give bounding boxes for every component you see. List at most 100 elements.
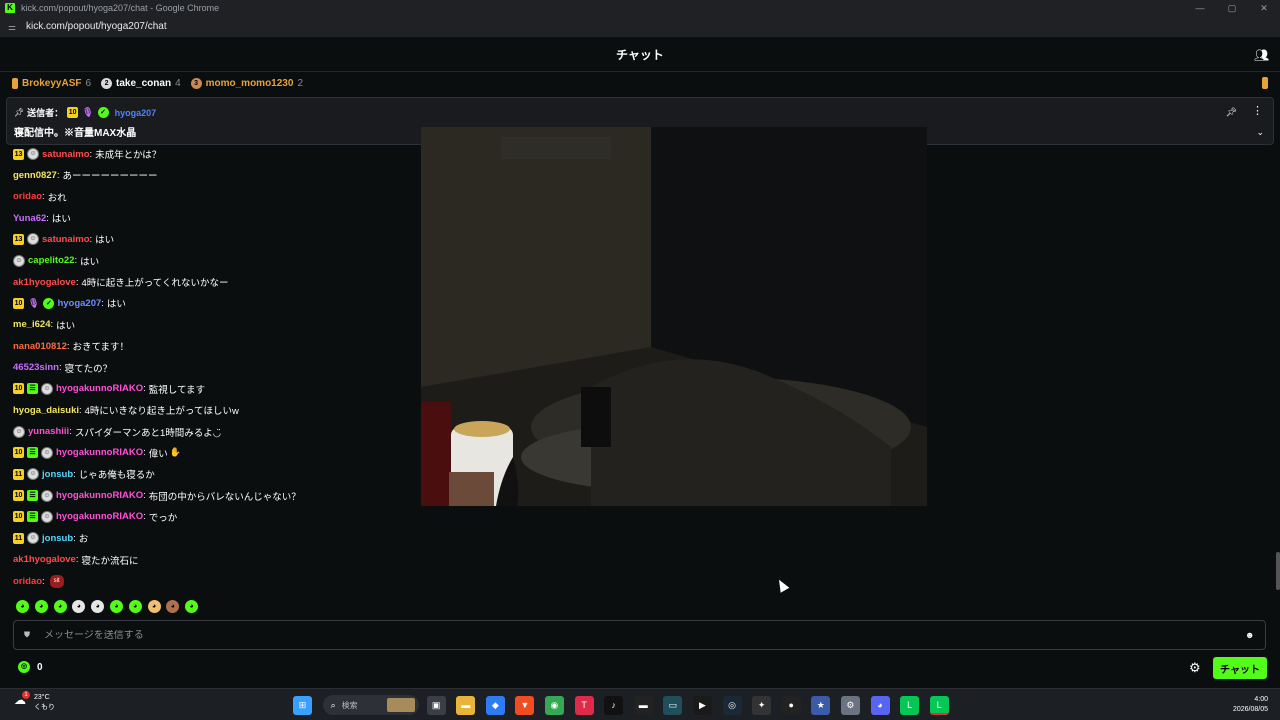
message-separator: : xyxy=(73,532,76,544)
emote-icon[interactable]: ◕ xyxy=(34,600,48,613)
chat-message-text: でっか xyxy=(148,512,178,524)
chat-username[interactable]: Yuna62 xyxy=(13,213,46,224)
gift-badge-icon: ☰ xyxy=(27,383,38,395)
user-list-icon[interactable]: 👥︎ xyxy=(1254,48,1269,62)
app-red-icon[interactable]: T xyxy=(574,695,594,715)
chat-username[interactable]: yunashiii xyxy=(28,426,69,437)
leaderboard-item[interactable]: BrokeyyASF 6 xyxy=(12,77,91,89)
chat-username[interactable]: 46523sinn xyxy=(13,362,59,373)
app-teal-icon[interactable]: ▭ xyxy=(663,695,683,715)
message-separator: : xyxy=(101,297,104,309)
chat-username[interactable]: hyogakunnoRIAKO xyxy=(56,383,143,394)
chat-username[interactable]: me_i624 xyxy=(13,319,51,330)
emote-icon[interactable]: ◕ xyxy=(185,600,199,613)
address-bar[interactable]: ⚌ kick.com/popout/hyoga207/chat xyxy=(0,16,1280,38)
browser-titlebar: K kick.com/popout/hyoga207/chat - Google… xyxy=(0,0,1280,16)
leaderboard-username[interactable]: take_conan xyxy=(116,78,171,89)
chat-username[interactable]: hyoga_daisuki xyxy=(13,405,79,416)
leaderboard-username[interactable]: momo_momo1230 xyxy=(206,78,294,89)
subscriber-badge: 10 xyxy=(13,383,24,395)
cloud-icon: ☁ 1 xyxy=(14,691,30,709)
line-icon[interactable]: L xyxy=(900,695,920,715)
chat-message: ak1hyogalove:4時に起き上がってくれないかなー xyxy=(13,273,229,291)
emote-icon[interactable]: ◕ xyxy=(91,600,105,613)
close-button[interactable]: ✕ xyxy=(1248,0,1280,16)
subscriber-badge: 10 xyxy=(67,107,79,118)
user-avatar-icon: ☺ xyxy=(13,254,25,267)
user-avatar-icon: ☺ xyxy=(27,468,39,481)
emote-icon[interactable]: ◕ xyxy=(147,600,161,613)
message-separator: : xyxy=(143,383,146,395)
emote-icon[interactable]: ◕ xyxy=(109,600,123,613)
leaderboard-item[interactable]: 3 momo_momo1230 2 xyxy=(190,77,303,89)
leaderboard-username[interactable]: BrokeyyASF xyxy=(22,78,81,89)
steam-icon[interactable]: ◎ xyxy=(722,695,742,715)
pin-icon: 📌︎ xyxy=(14,108,25,117)
subscriber-badge: 13 xyxy=(13,233,24,245)
send-chat-button[interactable]: チャット xyxy=(1213,657,1267,679)
weather-widget[interactable]: ☁ 1 23°C くもり xyxy=(14,691,55,713)
url-text[interactable]: kick.com/popout/hyoga207/chat xyxy=(26,21,167,32)
chat-username[interactable]: nana010812 xyxy=(13,341,67,352)
search-icon: ⌕ xyxy=(330,699,336,710)
chat-username[interactable]: hyoga207 xyxy=(57,298,101,309)
chat-message: ak1hyogalove: 寝たか流石に xyxy=(13,551,139,569)
discord-icon[interactable]: ◕ xyxy=(870,695,890,715)
file-explorer-icon[interactable]: ▬ xyxy=(456,695,476,715)
chrome-icon[interactable]: ◉ xyxy=(544,695,564,715)
video-preview[interactable] xyxy=(421,127,927,506)
chat-input-box[interactable]: ⛊ ☻ xyxy=(13,620,1266,650)
maximize-button[interactable]: ▢ xyxy=(1216,0,1248,16)
more-options-icon[interactable]: ⋮ xyxy=(1252,106,1263,117)
tiktok-icon[interactable]: ♪ xyxy=(604,695,624,715)
emote-icon[interactable]: ◕ xyxy=(16,600,29,613)
line-active-icon[interactable]: L xyxy=(929,695,949,715)
chat-settings-icon[interactable]: ⚙ xyxy=(1189,660,1201,676)
chat-username[interactable]: genn0827 xyxy=(13,170,57,181)
channel-points[interactable]: ◎ 0 xyxy=(18,661,43,673)
shield-icon[interactable]: ⛊ xyxy=(24,630,34,640)
emote-icon[interactable]: ◕ xyxy=(53,600,67,613)
rank-badge-icon: 2 xyxy=(101,77,113,89)
app-star-icon[interactable]: ★ xyxy=(811,695,831,715)
chat-username[interactable]: hyogakunnoRIAKO xyxy=(56,490,143,501)
chat-username[interactable]: satunaimo xyxy=(42,234,90,245)
leaderboard-expand-icon[interactable] xyxy=(1262,77,1268,89)
chat-username[interactable]: jonsub xyxy=(42,533,73,544)
emoji-picker-icon[interactable]: ☻ xyxy=(1245,630,1255,640)
pinned-username[interactable]: hyoga207 xyxy=(115,108,157,118)
taskbar-search[interactable]: ⌕ 検索 xyxy=(322,695,419,715)
chat-username[interactable]: ak1hyogalove xyxy=(13,277,76,288)
chat-message-input[interactable] xyxy=(44,629,1245,641)
chat-username[interactable]: oridao xyxy=(13,191,42,202)
chat-username[interactable]: jonsub xyxy=(42,469,73,480)
unpin-icon[interactable]: 📌︎ xyxy=(1226,107,1237,118)
chat-username[interactable]: hyogakunnoRIAKO xyxy=(56,511,143,522)
app-green-play-icon[interactable]: ▶ xyxy=(692,695,712,715)
chat-username[interactable]: capelito22 xyxy=(28,255,74,266)
leaderboard-item[interactable]: 2 take_conan 4 xyxy=(101,77,181,89)
emote-icon[interactable]: ◕ xyxy=(166,600,180,613)
system-clock[interactable]: 4:00 2026/08/05 xyxy=(1233,695,1268,715)
chat-username[interactable]: oridao xyxy=(13,576,42,587)
windows-start-icon[interactable]: ⊞ xyxy=(293,695,312,715)
chat-message: 11 ☺ jonsub: お xyxy=(13,529,88,547)
chevron-down-icon[interactable]: ⌄ xyxy=(1256,127,1264,138)
site-info-icon[interactable]: ⚌ xyxy=(8,22,20,32)
subscriber-badge: 11 xyxy=(13,468,24,480)
settings-gear-icon[interactable]: ⚙ xyxy=(840,695,860,715)
brave-icon[interactable]: ▼ xyxy=(515,695,535,715)
windows-taskbar: ☁ 1 23°C くもり ⊞ ⌕ 検索 ▣ ▬ ◆ ▼ ◉ T ♪ ▬ ▭ ▶ ◎ ✦ ● ★ ⚙ ◕ L L 4:00 … xyxy=(0,688,1280,720)
app-dark-icon[interactable]: ▬ xyxy=(633,695,653,715)
chat-username[interactable]: ak1hyogalove xyxy=(13,554,76,565)
chat-username[interactable]: hyogakunnoRIAKO xyxy=(56,447,143,458)
app-blue-icon[interactable]: ◆ xyxy=(485,695,505,715)
obs-icon[interactable]: ● xyxy=(781,695,801,715)
emote-icon[interactable]: ◕ xyxy=(72,600,86,613)
minimize-button[interactable]: — xyxy=(1184,0,1216,16)
emote-icon[interactable]: ◕ xyxy=(128,600,142,613)
app-multicolor-icon[interactable]: ✦ xyxy=(752,695,772,715)
chat-username[interactable]: satunaimo xyxy=(42,149,90,160)
taskview-icon[interactable]: ▣ xyxy=(426,695,446,715)
chat-scrollbar[interactable] xyxy=(1276,552,1280,590)
